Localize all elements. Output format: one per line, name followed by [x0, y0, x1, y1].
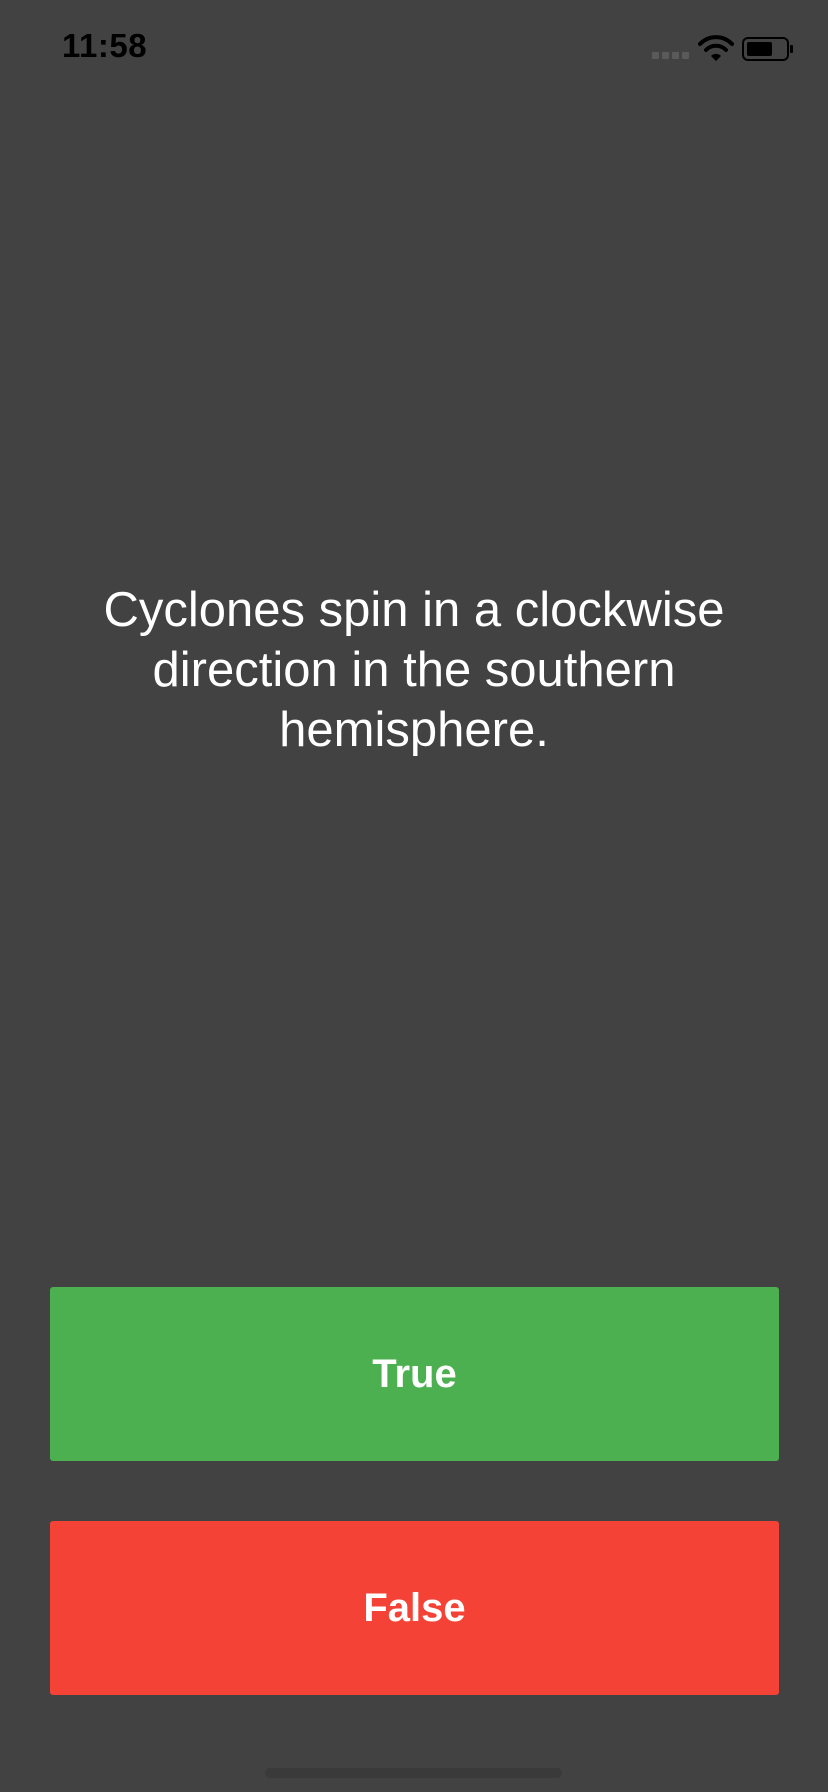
question-text: Cyclones spin in a clockwise direction i…	[103, 583, 725, 757]
status-bar: 11:58	[0, 0, 828, 100]
true-button-label: True	[372, 1351, 457, 1396]
question-area: Cyclones spin in a clockwise direction i…	[50, 580, 778, 760]
false-button[interactable]: False	[50, 1521, 779, 1695]
battery-icon	[742, 37, 794, 61]
wifi-icon	[698, 34, 734, 62]
status-time: 11:58	[62, 27, 148, 64]
false-button-label: False	[363, 1585, 466, 1630]
signal-icon	[652, 52, 690, 60]
home-indicator[interactable]	[265, 1768, 562, 1778]
quiz-screen: 11:58 Cyclones spin in a clockwise direc…	[0, 0, 828, 1792]
true-button[interactable]: True	[50, 1287, 779, 1461]
